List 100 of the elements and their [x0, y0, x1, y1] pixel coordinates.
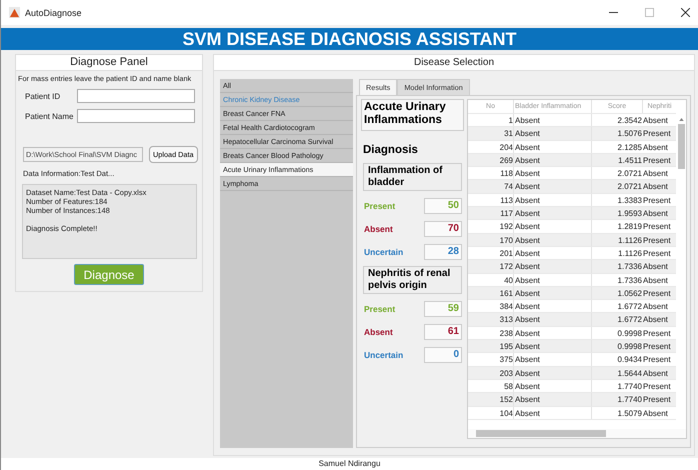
- input-field[interactable]: [77, 109, 195, 123]
- window-title: AutoDiagnose: [25, 8, 82, 18]
- table-cell-text: Absent: [514, 168, 541, 180]
- table-cell-text: Absent: [514, 234, 541, 246]
- table-cell: 1.1126: [591, 246, 642, 260]
- author-name: Samuel Ndirangu: [1, 458, 698, 470]
- table-cell: 1.6772: [591, 313, 642, 326]
- table-cell: 1.1126: [591, 234, 642, 246]
- count-label: Present: [364, 200, 396, 210]
- table-cell: 117: [468, 207, 514, 220]
- maximize-icon[interactable]: [645, 8, 654, 17]
- table-cell-text: Absent: [514, 380, 541, 392]
- group-title: Inflammation of bladder: [363, 163, 462, 191]
- table-cell: 104: [468, 406, 514, 419]
- table-cell-text: Absent: [514, 221, 541, 233]
- table-cell: 1.6772: [591, 300, 642, 312]
- close-icon[interactable]: [681, 8, 690, 17]
- table-cell-text: Absent: [514, 394, 541, 406]
- table-cell-text: Absent: [514, 128, 541, 140]
- table-cell: 40: [468, 274, 514, 286]
- table-cell: 0.9434: [591, 353, 642, 366]
- table-cell-text: Present: [642, 394, 672, 406]
- count-field: 28: [424, 244, 462, 260]
- table-cell: 238: [468, 326, 514, 340]
- diagnosis-heading: Diagnosis: [363, 144, 419, 156]
- table-cell-text: Present: [642, 248, 672, 260]
- table-cell-text: Absent: [514, 368, 541, 379]
- disease-title: Accute Urinary Inflammations: [361, 99, 464, 131]
- table-cell: 170: [468, 234, 514, 246]
- table-cell-text: Absent: [514, 208, 541, 220]
- table-cell: 74: [468, 180, 514, 193]
- count-label: Present: [364, 304, 396, 314]
- horizontal-scrollbar[interactable]: [468, 429, 686, 438]
- table-cell: 1: [468, 114, 514, 126]
- table-cell-text: Present: [642, 194, 672, 206]
- table-cell-text: Absent: [642, 142, 669, 153]
- table-cell-text: Present: [642, 221, 672, 233]
- table-cell: 1.7740: [591, 393, 642, 406]
- table-cell-text: Absent: [514, 142, 541, 153]
- table-cell-text: Absent: [514, 115, 541, 126]
- table-cell: 152: [468, 393, 514, 406]
- table-cell: 1.5079: [591, 406, 642, 419]
- table-cell: 1.3383: [591, 194, 642, 206]
- table-cell-text: Present: [642, 328, 672, 340]
- table-cell-text: Absent: [514, 354, 541, 366]
- table-cell: 113: [468, 194, 514, 206]
- table-cell: 118: [468, 167, 514, 180]
- table-cell: 2.0721: [591, 167, 642, 180]
- table-cell: 201: [468, 246, 514, 260]
- table-cell: 192: [468, 220, 514, 233]
- table-cell: 31: [468, 127, 514, 140]
- table-cell: 58: [468, 380, 514, 392]
- table-cell-text: Absent: [642, 274, 669, 286]
- count-label: Absent: [364, 326, 393, 336]
- count-field: 50: [424, 198, 462, 214]
- table-cell-text: Absent: [642, 115, 669, 126]
- table-cell: 1.5644: [591, 366, 642, 379]
- table-cell-text: Present: [642, 341, 672, 352]
- table-cell: 2.0721: [591, 180, 642, 193]
- app-icon: [9, 7, 20, 18]
- field-label: Patient ID: [25, 92, 62, 100]
- table-cell: 1.5076: [591, 127, 642, 140]
- table-cell-text: Absent: [514, 328, 541, 340]
- table-cell-text: Absent: [642, 208, 669, 220]
- table-cell: 172: [468, 260, 514, 273]
- table-cell-text: Absent: [514, 194, 541, 206]
- count-field: 59: [424, 300, 462, 316]
- table-cell: 375: [468, 353, 514, 366]
- input-field[interactable]: [77, 89, 195, 103]
- table-cell: 204: [468, 140, 514, 153]
- table-cell-text: Absent: [642, 314, 669, 326]
- field-label: Patient Name: [25, 112, 74, 120]
- scroll-up-icon[interactable]: [678, 118, 684, 121]
- table-cell: 1.7740: [591, 380, 642, 392]
- table-cell: 384: [468, 300, 514, 312]
- table-cell-text: Absent: [514, 154, 541, 166]
- table-cell-text: Absent: [514, 341, 541, 352]
- table-cell-text: Absent: [642, 181, 669, 193]
- table-cell: 313: [468, 313, 514, 326]
- table-cell-text: Present: [642, 128, 672, 140]
- table-cell-text: Present: [642, 234, 672, 246]
- table-cell: 203: [468, 366, 514, 379]
- group-title: Nephritis of renal pelvis origin: [363, 266, 462, 294]
- table-cell: 1.7336: [591, 274, 642, 286]
- table-cell-text: Absent: [514, 248, 541, 260]
- table-cell-text: Absent: [514, 288, 541, 300]
- table-cell-text: Absent: [514, 408, 541, 419]
- table-cell: 161: [468, 286, 514, 300]
- count-label: Uncertain: [364, 246, 404, 256]
- count-label: Uncertain: [364, 350, 404, 360]
- table-cell: 1.7336: [591, 260, 642, 273]
- table-cell: 1.9593: [591, 207, 642, 220]
- count-label: Absent: [364, 224, 393, 234]
- count-field: 0: [424, 346, 462, 362]
- table-cell-text: Absent: [642, 408, 669, 419]
- table-cell: 2.1285: [591, 140, 642, 153]
- panel-title: Diagnose Panel: [16, 55, 202, 71]
- table-cell-text: Absent: [642, 261, 669, 273]
- table-cell-text: Present: [642, 354, 672, 366]
- table-cell: 1.0562: [591, 286, 642, 300]
